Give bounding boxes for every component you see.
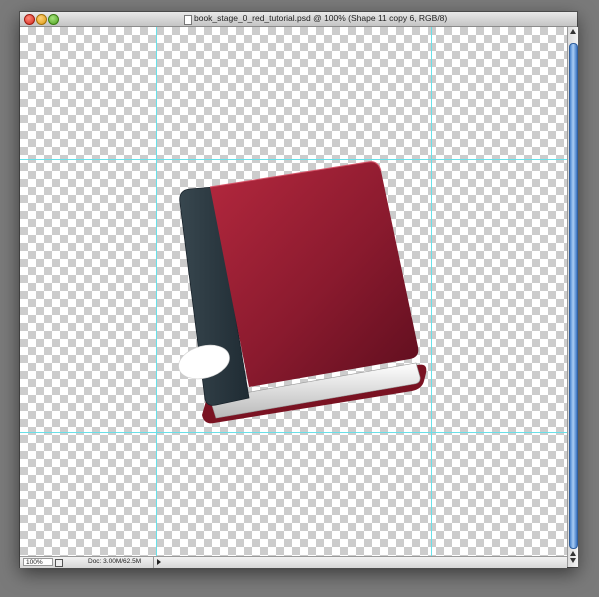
canvas[interactable] xyxy=(20,27,567,556)
scroll-up-arrow-icon[interactable] xyxy=(570,551,576,556)
zoom-field[interactable]: 100% xyxy=(23,558,53,566)
book-artwork[interactable] xyxy=(20,27,567,556)
document-icon xyxy=(184,15,192,25)
document-window: book_stage_0_red_tutorial.psd @ 100% (Sh… xyxy=(20,12,578,568)
status-divider xyxy=(153,557,154,568)
scroll-up-icon[interactable] xyxy=(570,29,576,34)
window-title: book_stage_0_red_tutorial.psd @ 100% (Sh… xyxy=(194,13,448,23)
scroll-thumb[interactable] xyxy=(569,43,578,549)
close-icon[interactable] xyxy=(24,14,35,25)
minimize-icon[interactable] xyxy=(36,14,47,25)
zoom-icon[interactable] xyxy=(48,14,59,25)
status-icon[interactable] xyxy=(55,559,63,567)
doc-info: Doc: 3.00M/62.5M xyxy=(88,558,142,565)
scroll-down-arrow-icon[interactable] xyxy=(570,558,576,563)
vertical-scrollbar[interactable] xyxy=(567,27,578,567)
title-bar[interactable]: book_stage_0_red_tutorial.psd @ 100% (Sh… xyxy=(20,12,577,27)
status-menu-arrow-icon[interactable] xyxy=(157,559,161,565)
status-bar: 100% Doc: 3.00M/62.5M xyxy=(20,556,567,568)
